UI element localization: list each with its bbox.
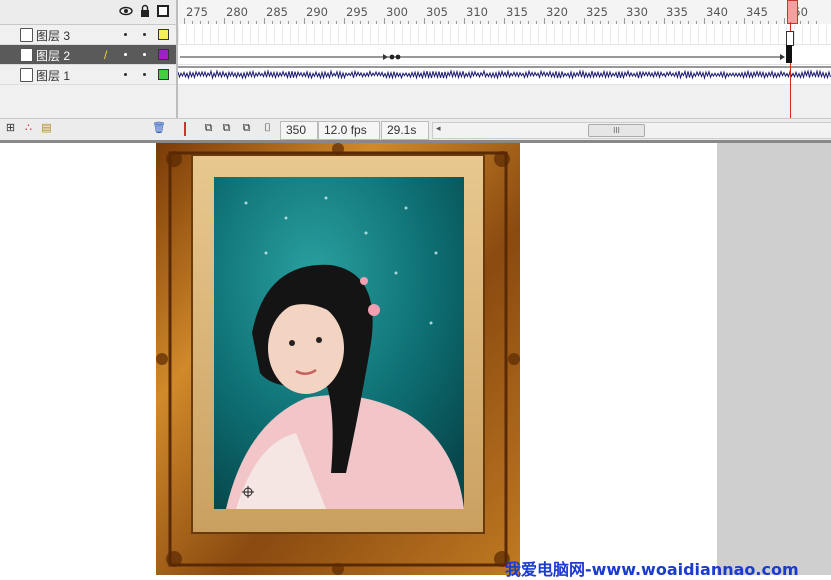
timeline-panel: 275 280 285 290 295 300 305 310 315 320 325 330 335 3…	[0, 0, 831, 142]
modify-onion-markers-icon[interactable]: ⌷	[261, 122, 274, 135]
onion-skin-icon[interactable]: ⧉	[202, 122, 215, 135]
layer-icon	[20, 28, 33, 42]
playhead[interactable]	[787, 0, 798, 24]
delete-layer-icon[interactable]: 🗑	[152, 122, 166, 135]
keyframe-marker[interactable]	[786, 31, 794, 46]
onion-outline-icon[interactable]: ⧉	[220, 122, 233, 135]
elapsed-time-field: 29.1s	[381, 121, 429, 140]
layer-name: 图层 3	[36, 29, 71, 43]
ruler-tick-label: 340	[706, 5, 728, 19]
keyframe-marker[interactable]	[786, 45, 792, 63]
frame-ruler[interactable]: 275 280 285 290 295 300 305 310 315 320 325 330 335 3…	[178, 0, 831, 25]
watermark-text: 我爱电脑网-www.woaidiannao.com	[505, 560, 799, 579]
ruler-tick-label: 325	[586, 5, 608, 19]
layer-row-1[interactable]: 图层 1	[0, 65, 176, 85]
add-folder-icon[interactable]: ▤	[40, 122, 53, 135]
ruler-tick-label: 310	[466, 5, 488, 19]
pasteboard	[717, 143, 831, 575]
frame-rate-field[interactable]: 12.0 fps	[318, 121, 380, 140]
layer-color-swatch[interactable]	[158, 29, 169, 40]
frame-grid[interactable]	[178, 24, 831, 85]
visibility-dot[interactable]	[124, 33, 127, 36]
edit-multiple-frames-icon[interactable]: ⧉	[240, 122, 253, 135]
timeline-horizontal-scrollbar[interactable]: ◂ III	[432, 122, 831, 139]
pencil-icon: /	[104, 48, 108, 62]
frame-row-layer-2[interactable]	[178, 45, 831, 65]
layer-icon	[20, 48, 33, 62]
eye-icon[interactable]	[119, 4, 133, 18]
ruler-tick-label: 295	[346, 5, 368, 19]
outline-square-icon[interactable]	[156, 4, 170, 18]
ruler-tick-label: 285	[266, 5, 288, 19]
scroll-left-icon[interactable]: ◂	[436, 123, 441, 134]
layer-header	[0, 0, 176, 25]
visibility-dot[interactable]	[124, 53, 127, 56]
lock-icon[interactable]	[138, 4, 152, 18]
center-frame-icon[interactable]	[184, 122, 186, 136]
frame-row-layer-3[interactable]	[178, 25, 831, 45]
ruler-tick-label: 335	[666, 5, 688, 19]
lock-dot[interactable]	[143, 73, 146, 76]
layer-color-swatch[interactable]	[158, 69, 169, 80]
audio-waveform	[178, 66, 831, 80]
layer-name: 图层 1	[36, 69, 71, 83]
layer-icon	[20, 68, 33, 82]
ruler-tick-label: 330	[626, 5, 648, 19]
timeline-status-bar: ⊞ ∴ ▤ 🗑 ⧉ ⧉ ⧉ ⌷ 350 12.0 fps 29.1s ◂ III	[0, 118, 831, 141]
ruler-tick-label: 290	[306, 5, 328, 19]
layer-row-2[interactable]: 图层 2 /	[0, 45, 176, 65]
ruler-tick-label: 315	[506, 5, 528, 19]
ruler-tick-label: 275	[186, 5, 208, 19]
lock-dot[interactable]	[143, 53, 146, 56]
ruler-tick-label: 300	[386, 5, 408, 19]
ruler-tick-label: 345	[746, 5, 768, 19]
scroll-thumb[interactable]: III	[588, 124, 645, 137]
add-motion-guide-icon[interactable]: ∴	[22, 122, 35, 135]
add-layer-icon[interactable]: ⊞	[4, 122, 17, 135]
lock-dot[interactable]	[143, 33, 146, 36]
current-frame-field[interactable]: 350	[280, 121, 318, 140]
layer-color-swatch[interactable]	[158, 49, 169, 60]
layer-name: 图层 2	[36, 49, 71, 63]
layer-row-3[interactable]: 图层 3	[0, 25, 176, 45]
visibility-dot[interactable]	[124, 73, 127, 76]
ruler-tick-label: 280	[226, 5, 248, 19]
framed-portrait-image[interactable]	[156, 143, 520, 575]
ruler-tick-label: 320	[546, 5, 568, 19]
frame-row-layer-1[interactable]	[178, 65, 831, 85]
ruler-tick-label: 305	[426, 5, 448, 19]
